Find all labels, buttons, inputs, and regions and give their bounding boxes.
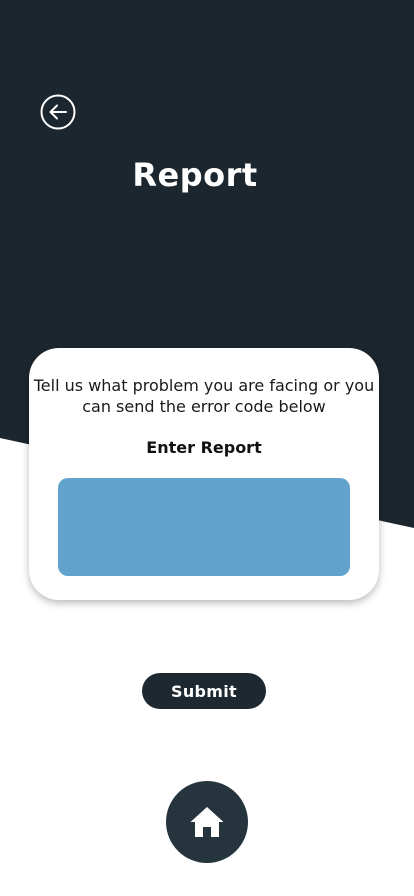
report-card: Tell us what problem you are facing or y… bbox=[29, 348, 379, 600]
arrow-left-circle-icon bbox=[40, 94, 76, 130]
report-input[interactable] bbox=[58, 478, 350, 576]
enter-report-label: Enter Report bbox=[146, 438, 262, 457]
report-description: Tell us what problem you are facing or y… bbox=[33, 376, 375, 416]
home-icon bbox=[190, 807, 224, 837]
home-button[interactable] bbox=[166, 781, 248, 863]
submit-button[interactable]: Submit bbox=[142, 673, 266, 709]
back-button[interactable] bbox=[40, 94, 76, 130]
page-title: Report bbox=[132, 156, 258, 194]
